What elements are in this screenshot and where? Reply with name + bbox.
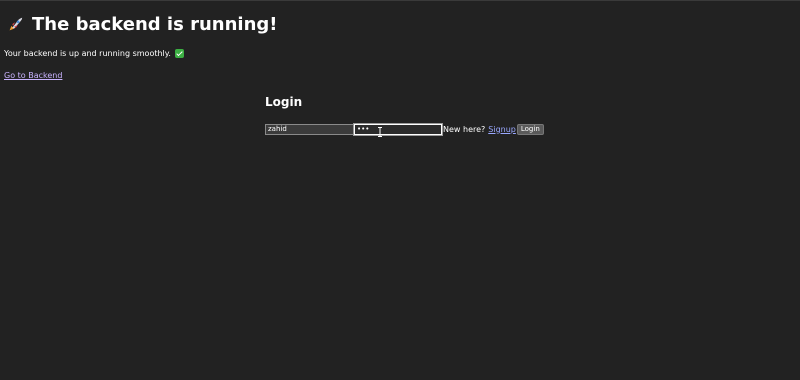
login-title: Login <box>265 95 303 109</box>
text-cursor-icon <box>378 127 382 137</box>
page-title-text: The backend is running! <box>32 14 278 35</box>
status-text: Your backend is up and running smoothly. <box>4 49 171 58</box>
password-input[interactable]: ••• <box>353 122 443 136</box>
go-to-backend-link[interactable]: Go to Backend <box>4 71 62 80</box>
login-button[interactable]: Login <box>516 123 544 135</box>
username-input[interactable]: zahid <box>265 123 354 135</box>
rocket-icon <box>9 17 23 30</box>
status-message: Your backend is up and running smoothly. <box>4 49 184 58</box>
signup-link[interactable]: Signup <box>488 125 516 134</box>
login-form: zahid ••• New here? Signup Login <box>265 122 544 136</box>
check-icon <box>174 49 184 58</box>
page-title: The backend is running! <box>6 14 277 35</box>
new-here-text: New here? <box>443 124 486 134</box>
